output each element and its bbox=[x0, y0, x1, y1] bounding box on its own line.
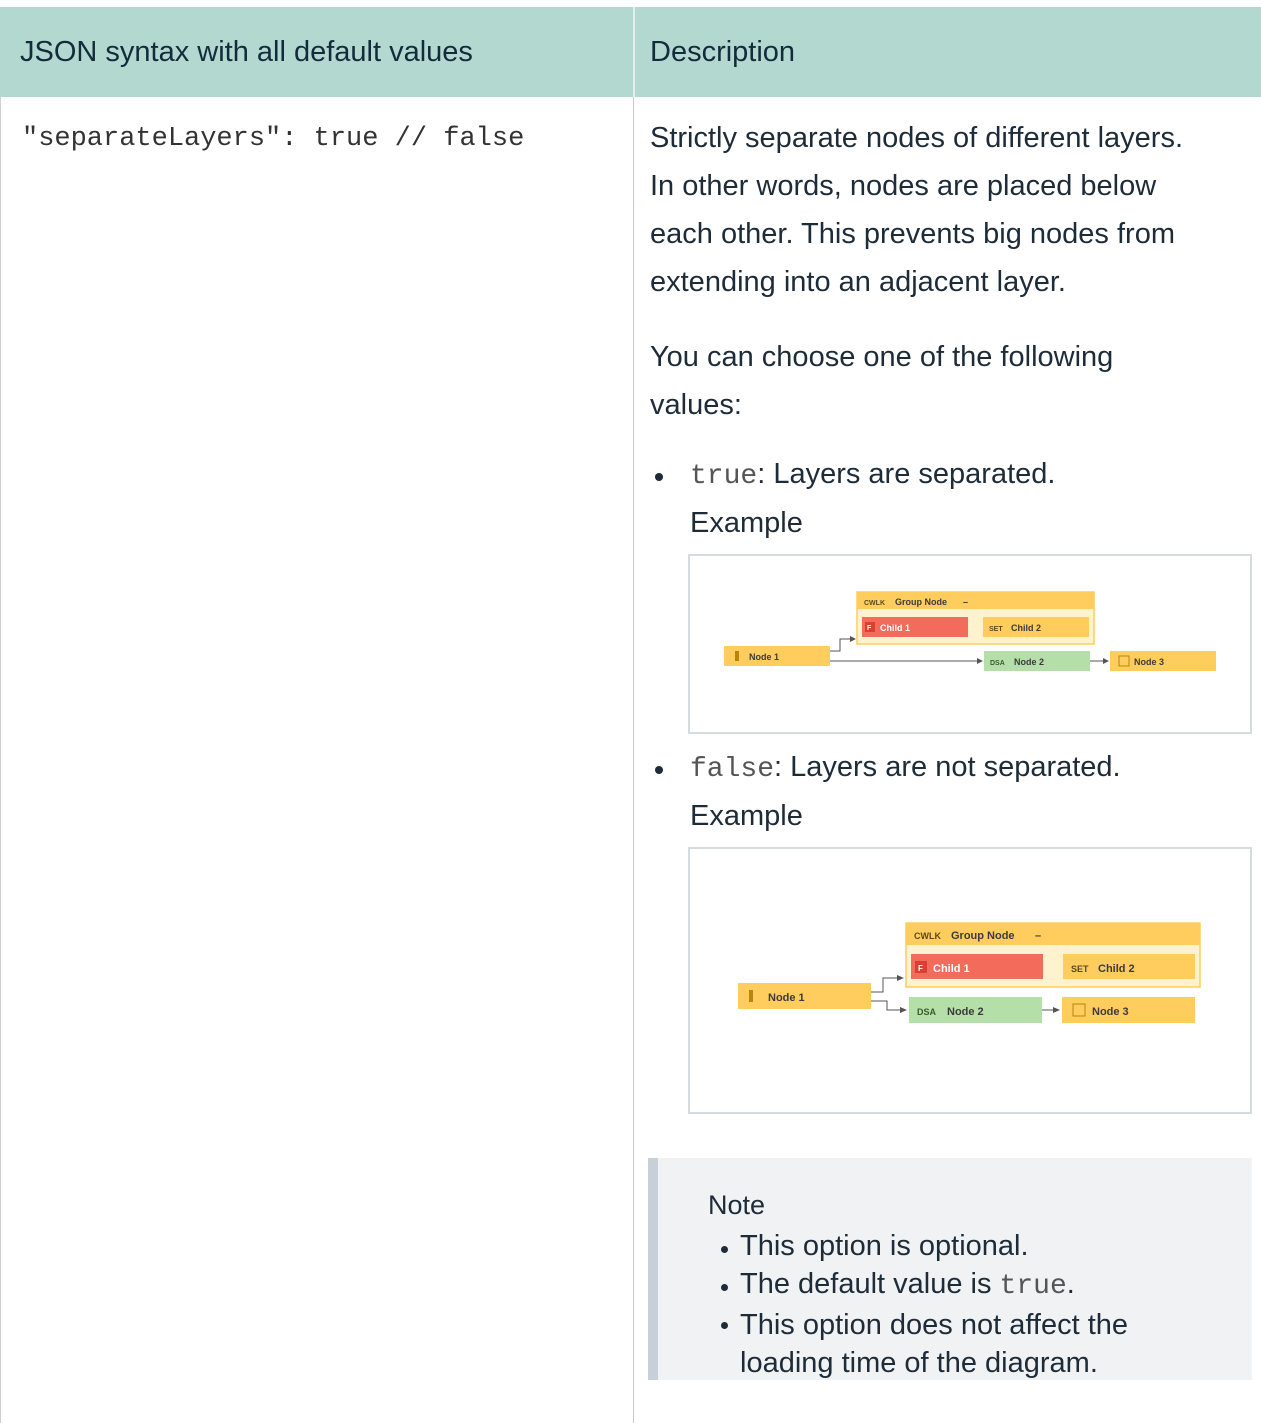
table-left-border bbox=[0, 97, 1, 1423]
child2-badge: SET bbox=[1071, 964, 1089, 974]
bullet-icon bbox=[721, 1322, 728, 1329]
child2-label: Child 2 bbox=[1098, 963, 1135, 975]
child1-node bbox=[911, 954, 1043, 979]
node2-label: Node 2 bbox=[1014, 657, 1044, 667]
child1-badge: F bbox=[867, 625, 872, 632]
description-paragraph-2: You can choose one of the following valu… bbox=[650, 333, 1250, 429]
arrow-icon bbox=[1103, 658, 1109, 664]
description-paragraph-1: Strictly separate nodes of different lay… bbox=[650, 114, 1250, 306]
options-table: JSON syntax with all default values Desc… bbox=[0, 7, 1261, 1423]
note-item-2: The default value is true. bbox=[740, 1268, 1075, 1302]
group-node-header bbox=[857, 592, 1094, 609]
collapse-icon: – bbox=[1035, 930, 1041, 942]
bullet-icon bbox=[721, 1284, 728, 1291]
database-icon bbox=[749, 990, 753, 1002]
arrow-icon bbox=[850, 636, 856, 642]
table-header: JSON syntax with all default values Desc… bbox=[0, 7, 1261, 97]
option-false: false: Layers are not separated. bbox=[690, 751, 1121, 785]
example-image-not-separated: CWLK Group Node – F Child 1 SET Child 2 … bbox=[688, 847, 1252, 1114]
note-title: Note bbox=[708, 1190, 766, 1220]
header-json-syntax: JSON syntax with all default values bbox=[20, 36, 473, 68]
option-text: : Layers are separated. bbox=[757, 458, 1056, 490]
note-item-2-text: The default value is bbox=[740, 1268, 1000, 1300]
note-item-3-line: loading time of the diagram. bbox=[740, 1347, 1098, 1379]
group-badge: CWLK bbox=[864, 600, 885, 607]
desc-line: extending into an adjacent layer. bbox=[650, 266, 1066, 298]
desc-line: values: bbox=[650, 389, 742, 421]
arrow-icon bbox=[900, 1007, 907, 1013]
group-badge: CWLK bbox=[914, 931, 941, 941]
option-text: : Layers are not separated. bbox=[774, 751, 1121, 783]
node3-label: Node 3 bbox=[1092, 1006, 1129, 1018]
desc-line: each other. This prevents big nodes from bbox=[650, 218, 1175, 250]
node2-label: Node 2 bbox=[947, 1006, 984, 1018]
header-divider bbox=[633, 7, 635, 97]
note-item-1: This option is optional. bbox=[740, 1230, 1029, 1262]
note-box: Note This option is optional. The defaul… bbox=[648, 1158, 1252, 1380]
diagram-not-separated: CWLK Group Node – F Child 1 SET Child 2 … bbox=[738, 922, 1201, 1023]
diagram-separated: CWLK Group Node – F Child 1 SET Child 2 … bbox=[724, 591, 1216, 671]
child2-label: Child 2 bbox=[1011, 623, 1041, 633]
option-true: true: Layers are separated. bbox=[690, 458, 1055, 492]
node2-badge: DSA bbox=[990, 660, 1005, 667]
child1-label: Child 1 bbox=[880, 623, 910, 633]
example-label: Example bbox=[690, 507, 803, 539]
child1-badge: F bbox=[918, 964, 923, 973]
bullet-icon bbox=[721, 1246, 728, 1253]
note-item-3: This option does not affect the loading … bbox=[740, 1306, 1128, 1382]
desc-line: In other words, nodes are placed below bbox=[650, 170, 1157, 202]
arrow-icon bbox=[1053, 1007, 1060, 1013]
bullet-icon bbox=[655, 473, 663, 481]
node2-badge: DSA bbox=[917, 1007, 937, 1017]
edge-node1-group bbox=[871, 977, 897, 993]
option-code: false bbox=[690, 754, 775, 785]
note-item-2-suffix: . bbox=[1066, 1268, 1075, 1300]
arrow-icon bbox=[977, 658, 983, 664]
example-image-separated: CWLK Group Node – F Child 1 SET Child 2 … bbox=[688, 554, 1252, 734]
node1-label: Node 1 bbox=[749, 652, 779, 662]
column-divider bbox=[633, 97, 634, 1423]
node1-label: Node 1 bbox=[768, 992, 805, 1004]
option-code: true bbox=[690, 461, 758, 492]
bullet-icon bbox=[655, 766, 663, 774]
header-description: Description bbox=[650, 36, 796, 68]
database-icon bbox=[735, 651, 739, 661]
edge-node1-group bbox=[830, 638, 850, 652]
arrow-icon bbox=[897, 975, 904, 981]
note-item-2-code: true bbox=[999, 1271, 1067, 1302]
desc-line: You can choose one of the following bbox=[650, 341, 1114, 373]
child1-node bbox=[862, 617, 968, 637]
child2-badge: SET bbox=[989, 626, 1003, 633]
collapse-icon: – bbox=[963, 597, 968, 607]
edge-node1-node2 bbox=[871, 1000, 900, 1011]
note-item-3-line: This option does not affect the bbox=[740, 1309, 1129, 1341]
group-title: Group Node bbox=[951, 930, 1015, 942]
node3-label: Node 3 bbox=[1134, 657, 1164, 667]
child1-label: Child 1 bbox=[933, 963, 970, 975]
group-title: Group Node bbox=[895, 597, 947, 607]
json-syntax-code: "separateLayers": true // false bbox=[22, 124, 525, 154]
example-label: Example bbox=[690, 800, 803, 832]
desc-line: Strictly separate nodes of different lay… bbox=[650, 122, 1184, 154]
